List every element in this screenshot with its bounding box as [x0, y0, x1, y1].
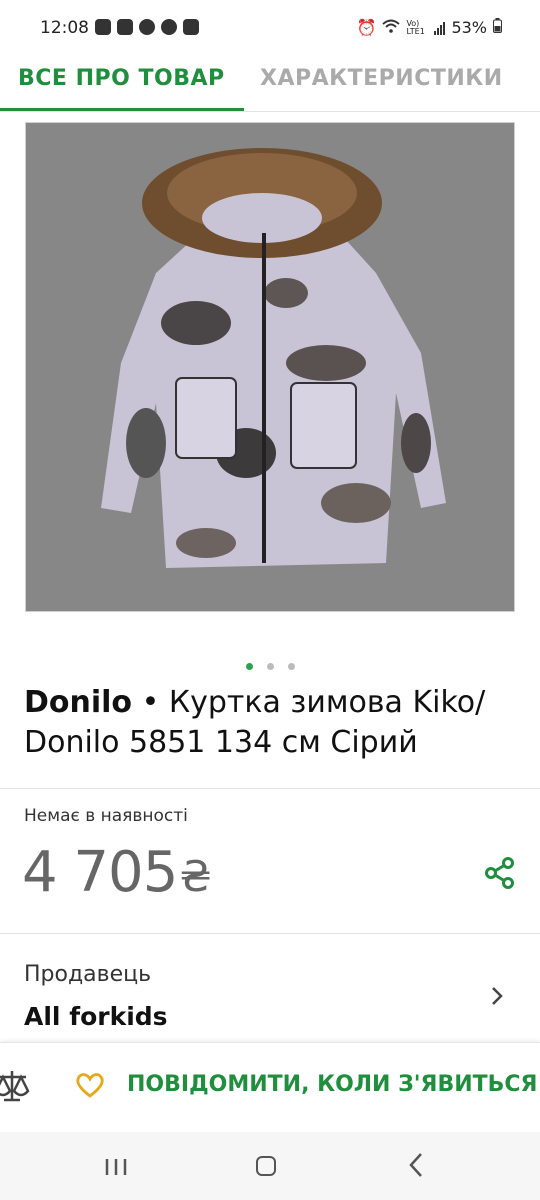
- carousel-dot[interactable]: [266, 663, 274, 670]
- battery-percent: 53%: [451, 18, 487, 37]
- price: 4 705₴: [22, 840, 212, 905]
- compare-icon[interactable]: [0, 1069, 30, 1107]
- back-icon[interactable]: [408, 1152, 424, 1185]
- share-icon[interactable]: [485, 857, 515, 893]
- jacket-illustration: [101, 148, 446, 568]
- youtube-icon: [117, 19, 133, 35]
- status-bar: 12:08 ⏰ Vo) LTE1 53%: [0, 0, 540, 44]
- gallery-icon: [183, 19, 199, 35]
- product-title: Donilo • Куртка зимова Kiko/ Donilo 5851…: [24, 683, 524, 763]
- network-label: Vo) LTE1: [406, 18, 425, 36]
- alarm-icon: ⏰: [356, 18, 377, 37]
- home-icon[interactable]: [256, 1156, 276, 1176]
- availability-status: Немає в наявності: [24, 806, 188, 826]
- divider: [0, 788, 540, 789]
- divider: [0, 111, 540, 112]
- heart-icon[interactable]: [75, 1071, 105, 1103]
- product-image[interactable]: [25, 122, 515, 612]
- notify-when-available-button[interactable]: ПОВІДОМИТИ, КОЛИ З'ЯВИТЬСЯ: [127, 1072, 540, 1097]
- seller-label: Продавець: [24, 962, 152, 987]
- status-time: 12:08: [40, 18, 89, 38]
- youtube-icon: [95, 19, 111, 35]
- recent-apps-icon[interactable]: [104, 1157, 128, 1181]
- tab-characteristics[interactable]: ХАРАКТЕРИСТИКИ: [260, 66, 503, 91]
- product-brand: Donilo: [24, 685, 133, 720]
- carousel-dot[interactable]: [245, 663, 253, 670]
- carousel-dot[interactable]: [287, 663, 295, 670]
- emoji-icon: [139, 19, 155, 35]
- notification-icons: [95, 19, 199, 35]
- battery-icon: [493, 18, 502, 37]
- currency-symbol: ₴: [179, 852, 212, 901]
- wifi-icon: [382, 18, 401, 37]
- carousel-indicator: [0, 663, 540, 670]
- chevron-right-icon[interactable]: [490, 984, 504, 1014]
- status-right: ⏰ Vo) LTE1 53%: [357, 18, 502, 37]
- tab-all-about-product[interactable]: ВСЕ ПРО ТОВАР: [18, 66, 225, 91]
- price-value: 4 705: [22, 840, 178, 905]
- signal-icon: [434, 21, 446, 35]
- seller-name[interactable]: All forkids: [24, 1002, 168, 1031]
- tab-bar: ВСЕ ПРО ТОВАР ХАРАКТЕРИСТИКИ: [0, 44, 540, 112]
- emoji-icon: [161, 19, 177, 35]
